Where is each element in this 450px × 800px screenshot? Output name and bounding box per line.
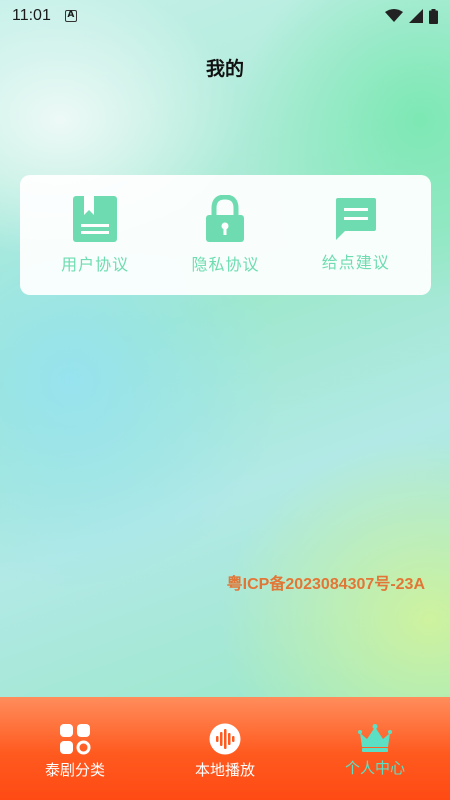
tab-local-playback[interactable]: 本地播放: [165, 723, 285, 780]
user-agreement-item[interactable]: 用户协议: [40, 195, 150, 275]
wifi-icon: [385, 9, 403, 22]
tab-label: 泰剧分类: [44, 761, 105, 779]
tab-thai-drama-categories[interactable]: 泰剧分类: [15, 723, 135, 780]
page-title: 我的: [205, 58, 244, 80]
tab-label: 本地播放: [194, 761, 255, 779]
privacy-policy-item[interactable]: 隐私协议: [170, 195, 280, 275]
feedback-item[interactable]: 给点建议: [301, 197, 411, 273]
menu-card: 用户协议 隐私协议 给点建议: [20, 175, 431, 295]
signal-icon: [409, 9, 423, 23]
book-icon: [73, 196, 118, 242]
crown-icon: [358, 724, 392, 752]
message-icon: [335, 198, 376, 240]
tab-label: 个人中心: [344, 759, 405, 777]
user-agreement-label: 用户协议: [61, 255, 130, 274]
privacy-policy-label: 隐私协议: [191, 255, 260, 274]
audio-wave-icon: [209, 723, 241, 755]
feedback-label: 给点建议: [321, 253, 390, 272]
icp-license-link[interactable]: 粤ICP备2023084307号-23A: [227, 570, 425, 594]
bottom-tab-bar: 泰剧分类 本地播放 个人中心: [0, 697, 450, 800]
lock-icon: [206, 195, 245, 242]
notification-icon: A: [64, 10, 77, 22]
status-time: 11:01: [12, 7, 51, 24]
tab-personal-center[interactable]: 个人中心: [315, 723, 435, 778]
grid-icon: [60, 724, 91, 755]
status-icons: [385, 8, 438, 24]
battery-icon: [429, 8, 438, 24]
status-bar: 11:01 A: [0, 0, 450, 32]
